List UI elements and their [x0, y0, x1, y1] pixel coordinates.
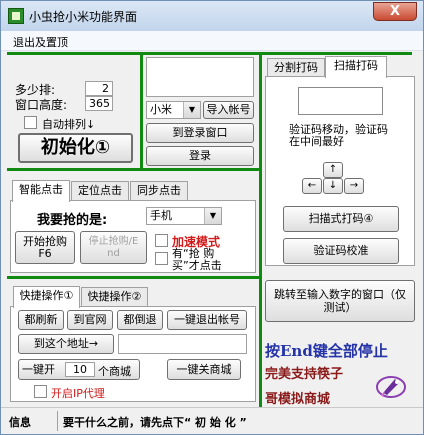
login-button[interactable]: 登录 — [146, 146, 254, 166]
import-account-button[interactable]: 导入帐号 — [203, 101, 254, 119]
tab-smart-click[interactable]: 智能点击 — [12, 180, 70, 202]
account-select-value: 小米 — [150, 103, 172, 116]
auto-arrange-checkbox[interactable] — [24, 116, 37, 129]
window-height-input[interactable]: 365 — [85, 96, 113, 111]
auto-arrange-label: 自动排列↓ — [42, 118, 96, 131]
support-notice: 完美支持筷子 — [265, 367, 344, 382]
title-bar: 小虫抢小米功能界面 X — [1, 1, 423, 31]
stop-grab-label: 停止抢购/E — [88, 235, 139, 247]
logout-all-button[interactable]: 一键退出帐号 — [167, 310, 247, 330]
account-preview-box — [146, 57, 254, 97]
start-grab-button[interactable]: 开始抢购 F6 — [15, 231, 75, 264]
chevron-down-icon: ▼ — [204, 208, 221, 224]
scan-captcha-button[interactable]: 扫描式打码④ — [283, 206, 399, 232]
top-separator — [7, 52, 412, 55]
mid-separator — [7, 168, 262, 171]
multi-row-input[interactable]: 2 — [85, 81, 113, 96]
product-select-value: 手机 — [150, 209, 172, 222]
move-up-button[interactable]: ↑ — [323, 162, 343, 178]
address-input[interactable] — [118, 334, 247, 354]
menu-item-exit-topmost[interactable]: 退出及置顶 — [13, 34, 68, 50]
ip-proxy-label: 开启IP代理 — [51, 387, 105, 400]
move-down-button[interactable]: ↓ — [323, 178, 343, 194]
menu-bar: 退出及置顶 — [1, 31, 423, 51]
brother-mall-notice: 哥模拟商城 — [265, 392, 331, 407]
tab-position-click[interactable]: 定位点击 — [71, 181, 129, 200]
captcha-preview-box — [298, 87, 383, 115]
start-grab-hotkey: F6 — [38, 246, 52, 260]
tab-quick-1[interactable]: 快捷操作① — [13, 286, 80, 308]
window-title: 小虫抢小米功能界面 — [29, 10, 138, 24]
move-left-button[interactable]: ← — [302, 178, 322, 194]
has-buy-checkbox[interactable] — [155, 252, 168, 265]
back-all-button[interactable]: 都倒退 — [117, 310, 163, 330]
to-official-site-button[interactable]: 到官网 — [67, 310, 113, 330]
tab-quick-2[interactable]: 快捷操作② — [81, 287, 148, 306]
lower-separator — [7, 276, 262, 279]
open-malls-prefix: 一键开 — [22, 362, 55, 376]
to-login-window-button[interactable]: 到登录窗口 — [146, 123, 254, 143]
close-malls-button[interactable]: 一键关商城 — [167, 359, 241, 380]
move-right-button[interactable]: → — [344, 178, 364, 194]
status-message: 要干什么之前，请先点下“ 初 始 化 ” — [63, 416, 247, 429]
refresh-all-button[interactable]: 都刷新 — [18, 310, 64, 330]
stop-grab-hotkey: nd — [107, 247, 120, 259]
grab-target-label: 我要抢的是: — [37, 213, 108, 228]
mall-count-input[interactable]: 10 — [65, 362, 95, 377]
tab-scan-captcha[interactable]: 扫描打码 — [325, 56, 387, 78]
captcha-calibrate-button[interactable]: 验证码校准 — [283, 238, 399, 264]
status-label: 信息 — [9, 416, 31, 429]
end-key-notice: 按End键全部停止 — [265, 342, 388, 360]
captcha-hint: 验证码移动，验证码在中间最好 — [289, 123, 388, 148]
app-window: 小虫抢小米功能界面 X 退出及置顶 多少排: 2 窗口高度: 365 自动排列↓… — [0, 0, 424, 435]
stop-grab-button[interactable]: 停止抢购/E nd — [80, 231, 147, 264]
ip-proxy-checkbox[interactable] — [34, 385, 47, 398]
chevron-down-icon: ▼ — [183, 102, 200, 118]
start-grab-label: 开始抢购 — [23, 234, 67, 248]
status-bar: 信息 要干什么之前，请先点下“ 初 始 化 ” — [1, 407, 423, 434]
init-button[interactable]: 初始化① — [18, 133, 133, 163]
jump-to-window-button[interactable]: 跳转至输入数字的窗口（仅测试） — [265, 280, 415, 322]
window-height-label: 窗口高度: — [15, 98, 68, 112]
tab-sync-click[interactable]: 同步点击 — [130, 181, 188, 200]
has-buy-label: 有“抢 购 买”才点击 — [172, 247, 222, 272]
app-icon — [8, 8, 24, 24]
rocket-logo-icon — [373, 371, 409, 401]
tab-split-captcha[interactable]: 分割打码 — [267, 58, 325, 77]
product-select[interactable]: 手机 ▼ — [146, 207, 222, 225]
status-divider — [57, 411, 58, 431]
to-address-button[interactable]: 到这个地址→ — [18, 334, 114, 354]
close-button[interactable]: X — [373, 2, 417, 21]
speed-mode-checkbox[interactable] — [155, 234, 168, 247]
account-select[interactable]: 小米 ▼ — [146, 101, 201, 119]
left-top-divider — [140, 52, 143, 169]
center-divider — [259, 52, 262, 407]
open-malls-suffix: 个商城 — [98, 365, 131, 378]
